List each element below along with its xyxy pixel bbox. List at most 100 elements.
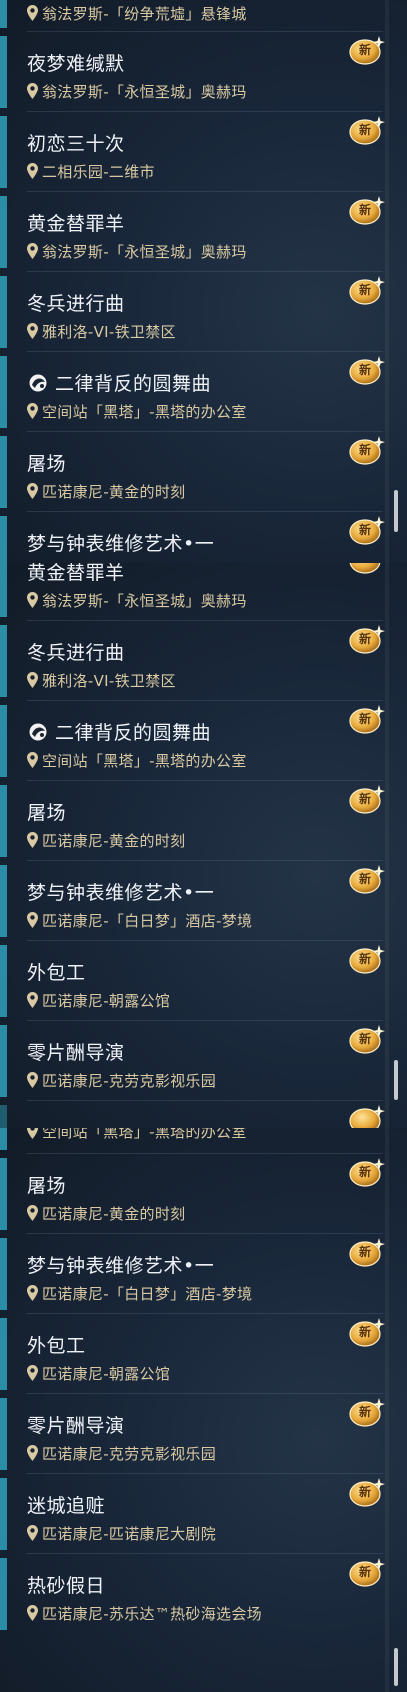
quest-location: 匹诺康尼-匹诺康尼大剧院 [27,1524,216,1543]
quest-title: 梦与钟表维修艺术•一 [27,882,215,904]
accent-bar [0,1158,7,1230]
quest-row[interactable]: 零片酬导演 匹诺康尼-克劳克影视乐园 新 [0,1021,407,1101]
quest-title: 迷城追赃 [27,1495,106,1517]
quest-location: 空间站「黑塔」-黑塔的办公室 [27,751,247,770]
accent-bar [0,563,7,617]
accent-bar [0,196,7,268]
quest-location: 翁法罗斯-「永恒圣城」奥赫玛 [27,82,247,101]
quest-row[interactable]: 屠场 匹诺康尼-黄金的时刻 新 [0,432,407,512]
accent-bar [0,865,7,937]
quest-location: 匹诺康尼-黄金的时刻 [27,831,185,850]
new-badge-icon: 新 [347,114,387,148]
new-badge-icon: 新 [347,1316,387,1350]
quest-row[interactable]: 零片酬导演 匹诺康尼-克劳克影视乐园 新 [0,1394,407,1474]
quest-title: 黄金替罪羊 [27,213,125,235]
quest-row-partial[interactable]: 翁法罗斯-「纷争荒墟」悬锋城 [0,0,407,32]
quest-row[interactable]: 二律背反的圆舞曲 空间站「黑塔」-黑塔的办公室 新 [0,701,407,781]
quest-title: 梦与钟表维修艺术•一 [27,1255,215,1277]
quest-list-screen-3[interactable]: 空间站「黑塔」-黑塔的办公室 屠场 匹诺康尼-黄金的时刻 新 梦与钟表维修艺术•… [0,1128,407,1692]
quest-location: 翁法罗斯-「纷争荒墟」悬锋城 [27,4,247,23]
accent-bar [0,705,7,777]
accent-bar [0,625,7,697]
quest-title: 冬兵进行曲 [27,642,125,664]
map-pin-icon [27,1605,38,1621]
quest-row[interactable]: 梦与钟表维修艺术•一 新 [0,512,407,563]
scrollbar-thumb[interactable] [394,1648,398,1686]
quest-location: 翁法罗斯-「永恒圣城」奥赫玛 [27,242,247,261]
accent-bar [0,785,7,857]
quest-row[interactable]: 黄金替罪羊 翁法罗斯-「永恒圣城」奥赫玛 新 [0,192,407,272]
quest-title: 屠场 [27,1175,67,1197]
quest-row[interactable]: 热砂假日 匹诺康尼-苏乐达™热砂海选会场 新 [0,1554,407,1634]
quest-location: 匹诺康尼-克劳克影视乐园 [27,1071,216,1090]
quest-row[interactable]: 迷城追赃 匹诺康尼-匹诺康尼大剧院 新 [0,1474,407,1554]
accent-bar [0,1105,7,1128]
quest-list-screen-2[interactable]: 黄金替罪羊 翁法罗斯-「永恒圣城」奥赫玛 冬兵进行曲 雅利洛-VI-铁卫禁区 新… [0,563,407,1128]
quest-title: 黄金替罪羊 [27,563,125,584]
accent-bar [0,436,7,508]
map-pin-icon [27,1445,38,1461]
quest-title: 梦与钟表维修艺术•一 [27,533,215,555]
quest-row-partial[interactable]: 空间站「黑塔」-黑塔的办公室 [0,1128,407,1154]
quest-title: 屠场 [27,802,67,824]
map-pin-icon [27,992,38,1008]
accent-bar [0,276,7,348]
quest-location: 匹诺康尼-朝露公馆 [27,991,170,1010]
accent-bar [0,116,7,188]
new-badge-icon: 新 [347,623,387,657]
accent-bar [0,0,7,28]
map-pin-icon [27,832,38,848]
quest-title: 零片酬导演 [27,1042,125,1064]
accent-bar [0,1478,7,1550]
map-pin-icon [27,323,38,339]
new-badge-icon: 新 [347,354,387,388]
map-pin-icon [27,243,38,259]
quest-location: 匹诺康尼-朝露公馆 [27,1364,170,1383]
quest-row[interactable]: 初恋三十次 二相乐园-二维市 新 [0,112,407,192]
quest-title: 外包工 [27,962,86,984]
quest-location: 空间站「黑塔」-黑塔的办公室 [27,402,247,421]
quest-title: 外包工 [27,1335,86,1357]
scrollbar-thumb[interactable] [394,490,398,532]
quest-row[interactable]: 冬兵进行曲 雅利洛-VI-铁卫禁区 新 [0,621,407,701]
new-badge-icon: 新 [347,1023,387,1057]
quest-title: 热砂假日 [27,1575,106,1597]
quest-row-partial[interactable]: 黄金替罪羊 翁法罗斯-「永恒圣城」奥赫玛 [0,563,407,621]
quest-location: 匹诺康尼-「白日梦」酒店-梦境 [27,1284,252,1303]
quest-list-screenshot-stack: 翁法罗斯-「纷争荒墟」悬锋城 夜梦难缄默 翁法罗斯-「永恒圣城」奥赫玛 新 初恋… [0,0,407,1692]
map-pin-icon [27,1128,38,1139]
quest-row[interactable]: 外包工 匹诺康尼-朝露公馆 新 [0,1314,407,1394]
quest-row-partial[interactable] [0,1101,407,1128]
quest-title: 零片酬导演 [27,1415,125,1437]
quest-title: 二律背反的圆舞曲 [27,718,211,745]
quest-row[interactable]: 二律背反的圆舞曲 空间站「黑塔」-黑塔的办公室 新 [0,352,407,432]
accent-bar [0,1128,7,1150]
quest-row[interactable]: 外包工 匹诺康尼-朝露公馆 新 [0,941,407,1021]
new-badge-icon: 新 [347,1156,387,1190]
map-pin-icon [27,1365,38,1381]
map-pin-icon [27,483,38,499]
accent-bar [0,1318,7,1390]
new-badge-icon: 新 [347,1236,387,1270]
quest-location: 二相乐园-二维市 [27,162,155,181]
new-badge-icon: 新 [347,514,387,548]
quest-row[interactable]: 夜梦难缄默 翁法罗斯-「永恒圣城」奥赫玛 新 [0,32,407,112]
new-badge-icon [347,563,387,577]
accent-bar [0,1558,7,1630]
scrollbar-thumb[interactable] [394,1060,398,1100]
quest-row[interactable]: 冬兵进行曲 雅利洛-VI-铁卫禁区 新 [0,272,407,352]
quest-location: 匹诺康尼-「白日梦」酒店-梦境 [27,911,252,930]
quest-row[interactable]: 梦与钟表维修艺术•一 匹诺康尼-「白日梦」酒店-梦境 新 [0,861,407,941]
quest-row[interactable]: 梦与钟表维修艺术•一 匹诺康尼-「白日梦」酒店-梦境 新 [0,1234,407,1314]
quest-list-screen-1[interactable]: 翁法罗斯-「纷争荒墟」悬锋城 夜梦难缄默 翁法罗斯-「永恒圣城」奥赫玛 新 初恋… [0,0,407,563]
quest-title: 冬兵进行曲 [27,293,125,315]
event-icon [27,722,49,742]
map-pin-icon [27,672,38,688]
new-badge-icon: 新 [347,434,387,468]
new-badge-icon: 新 [347,703,387,737]
quest-location: 雅利洛-VI-铁卫禁区 [27,322,176,341]
quest-row[interactable]: 屠场 匹诺康尼-黄金的时刻 新 [0,1154,407,1234]
quest-title: 夜梦难缄默 [27,53,125,75]
quest-row[interactable]: 屠场 匹诺康尼-黄金的时刻 新 [0,781,407,861]
new-badge-icon: 新 [347,34,387,68]
